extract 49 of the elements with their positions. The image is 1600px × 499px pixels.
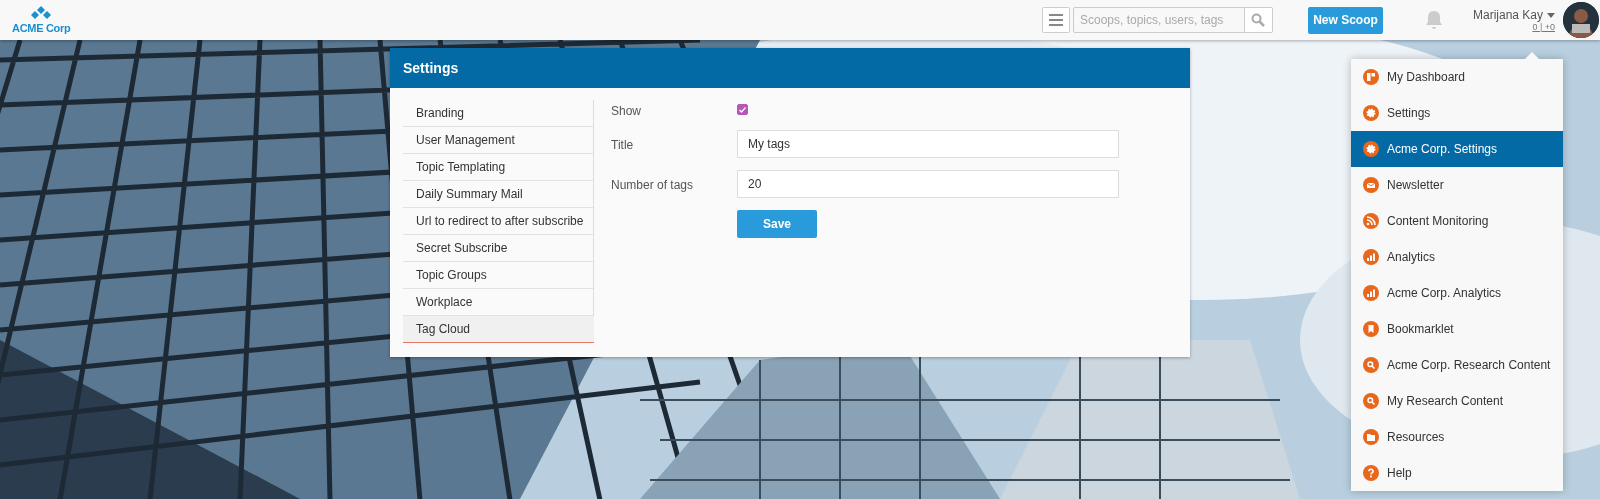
menu-item[interactable]: Analytics [1351,239,1563,275]
menu-item[interactable]: Help [1351,455,1563,491]
search-icon [1363,357,1379,373]
menu-icon [1048,14,1063,26]
sidebar-item[interactable]: Branding [403,100,593,127]
field-label: Show [611,104,643,118]
menu-item[interactable]: Newsletter [1351,167,1563,203]
user-name[interactable]: Marijana Kay [1472,8,1543,22]
sidebar-item[interactable]: User Management [403,127,593,154]
user-stats[interactable]: 0 | +0 [1532,22,1555,32]
folder-icon [1363,429,1379,445]
menu-item[interactable]: Acme Corp. Analytics [1351,275,1563,311]
checkbox[interactable] [737,104,748,115]
search-button[interactable] [1244,7,1273,33]
search-icon [1251,13,1266,27]
rss-icon [1363,213,1379,229]
menu-item[interactable]: My Research Content [1351,383,1563,419]
sidebar-item[interactable]: Topic Groups [403,262,593,289]
help-icon [1363,465,1379,481]
bar-chart-icon [1363,285,1379,301]
menu-item[interactable]: My Dashboard [1351,59,1563,95]
search-icon [1363,393,1379,409]
caret-icon[interactable] [1547,12,1555,18]
gear-icon [1363,141,1379,157]
card-title: Settings [390,48,1190,88]
envelope-icon [1363,177,1379,193]
avatar[interactable] [1563,2,1599,38]
sidebar-item[interactable]: Daily Summary Mail [403,181,593,208]
input-field[interactable]: 20 [737,170,1119,198]
dashboard-icon [1363,69,1379,85]
search-field[interactable]: Scoops, topics, users, tags [1072,7,1245,33]
menu-item[interactable]: Settings [1351,95,1563,131]
input-field[interactable]: My tags [737,130,1119,158]
sidebar-item[interactable]: Url to redirect to after subscribe [403,208,593,235]
menu-item[interactable]: Content Monitoring [1351,203,1563,239]
bookmark-icon [1363,321,1379,337]
menu-item[interactable]: Bookmarklet [1351,311,1563,347]
bar-chart-icon [1363,249,1379,265]
menu-item[interactable]: Acme Corp. Settings [1351,131,1563,167]
gear-icon [1363,105,1379,121]
sidebar-item[interactable]: Secret Subscribe [403,235,593,262]
sidebar-item[interactable]: Topic Templating [403,154,593,181]
logo-text: ACME Corp [12,22,71,34]
menu-button[interactable] [1041,7,1070,33]
field-label: Number of tags [611,177,695,194]
menu-item[interactable]: Acme Corp. Research Content [1351,347,1563,383]
field-label: Title [611,137,635,154]
sidebar-item[interactable]: Tag Cloud [403,316,594,343]
menu-item[interactable]: Resources [1351,419,1563,455]
